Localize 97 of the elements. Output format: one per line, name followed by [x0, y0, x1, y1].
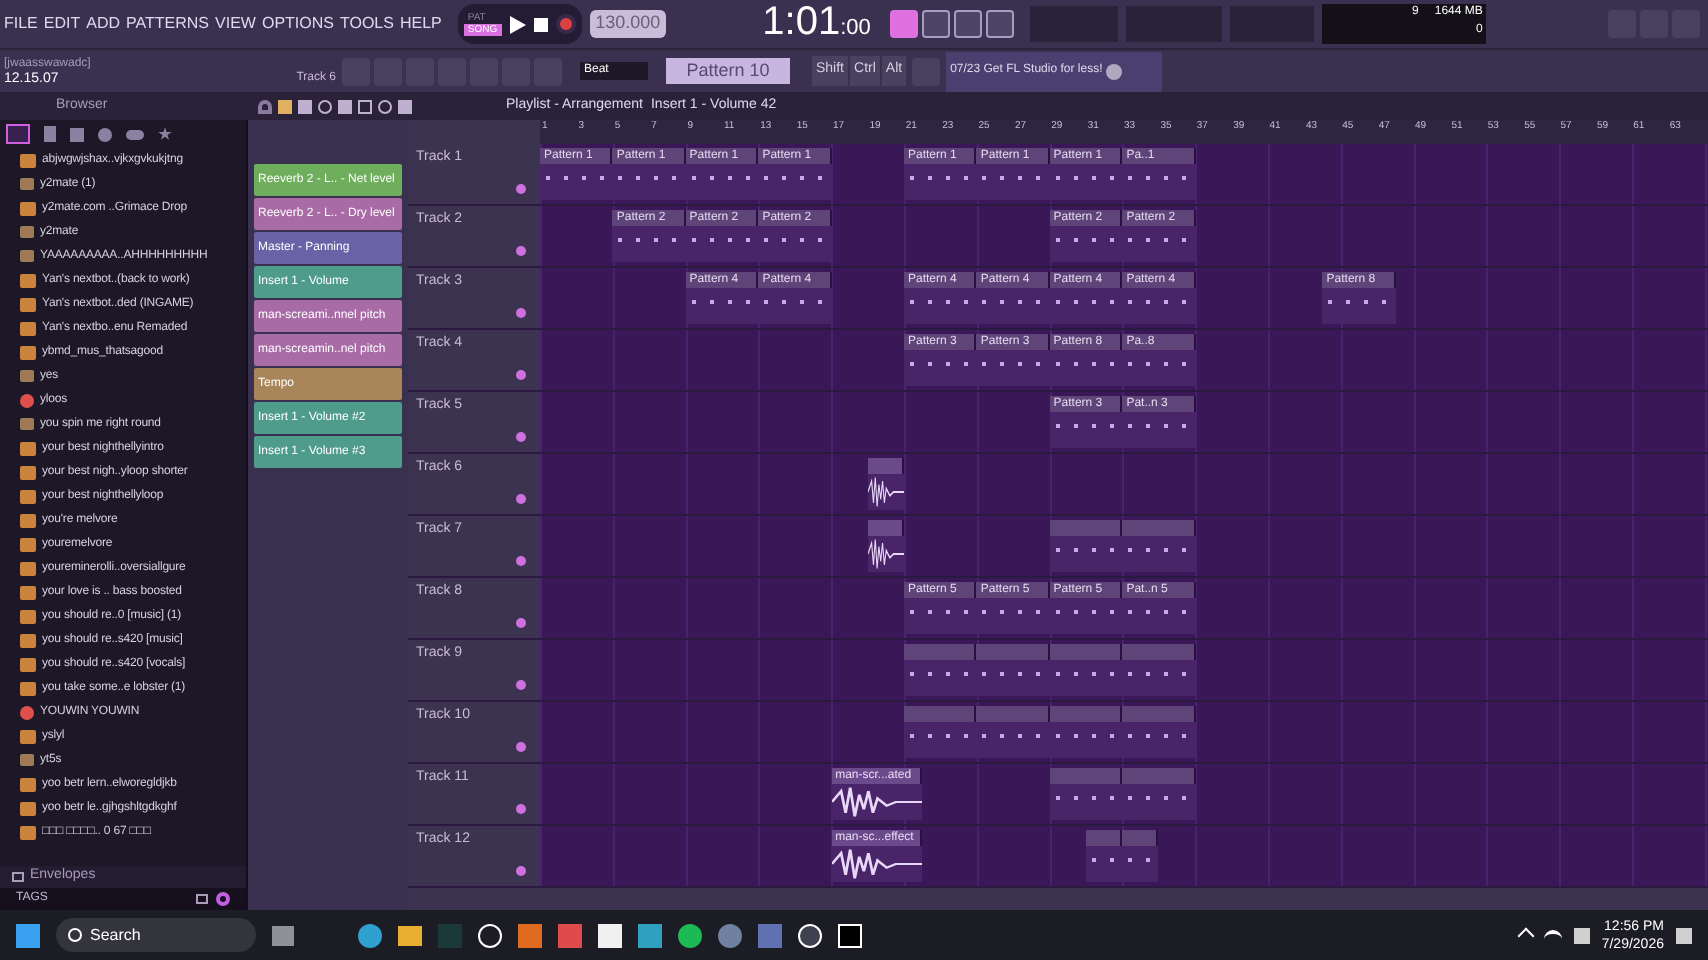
browser-app-icon[interactable]	[358, 923, 382, 947]
menu-item[interactable]: PATTERNS	[126, 12, 210, 36]
play-icon[interactable]	[509, 15, 526, 33]
menu-item[interactable]: VIEW	[215, 12, 256, 36]
pitch-display	[1030, 6, 1119, 42]
note-pattern	[904, 722, 977, 758]
globe-icon	[1106, 63, 1123, 79]
project-icon	[20, 705, 34, 719]
note-pattern	[1122, 722, 1196, 758]
pattern-clip-header[interactable]	[1049, 644, 1123, 660]
note-pattern	[1122, 536, 1196, 572]
audio-file-icon	[20, 201, 36, 215]
record-icon[interactable]	[555, 14, 576, 34]
note-pattern	[1122, 350, 1196, 386]
pattern-clip-header[interactable]	[1122, 644, 1196, 660]
wifi-icon[interactable]	[1543, 929, 1562, 941]
pattern-clip-header[interactable]	[904, 644, 977, 660]
note-pattern	[1049, 226, 1123, 262]
pattern-clip-header[interactable]	[1049, 768, 1123, 784]
note-pattern	[1122, 598, 1196, 634]
note-pattern	[1122, 784, 1196, 820]
all-files-tab[interactable]	[6, 124, 30, 144]
cloud-icon[interactable]	[126, 129, 144, 139]
note-pattern	[1049, 536, 1123, 572]
mute-tool-icon[interactable]	[318, 99, 332, 113]
globe-icon[interactable]	[98, 127, 112, 141]
note-pattern	[1122, 846, 1159, 882]
start-icon[interactable]	[16, 923, 40, 947]
note-pattern	[904, 350, 977, 386]
file-icon	[20, 178, 34, 190]
pattern-select[interactable]: Pattern 10	[666, 57, 790, 85]
note-pattern	[904, 660, 977, 696]
pattern-clip-header[interactable]	[1122, 706, 1196, 722]
note-pattern	[1122, 226, 1196, 262]
menu-item[interactable]: FILE	[4, 12, 38, 36]
magnet-icon[interactable]	[258, 99, 272, 113]
folder-icon	[12, 872, 24, 882]
pattern-clip-header[interactable]	[1049, 520, 1123, 536]
note-pattern	[540, 164, 613, 200]
menu-item[interactable]: EDIT	[43, 12, 81, 36]
waveform	[867, 536, 904, 572]
menu-item[interactable]: TOOLS	[339, 12, 394, 36]
file-icon	[20, 370, 34, 382]
pattern-clip-header[interactable]	[1049, 706, 1123, 722]
select-icon[interactable]	[358, 99, 372, 113]
clock-app-icon[interactable]	[478, 923, 502, 947]
note-pattern	[1086, 846, 1123, 882]
waveform	[831, 784, 923, 820]
note-pattern	[758, 288, 832, 324]
pattern-clip-header[interactable]	[904, 706, 977, 722]
scope-display	[1230, 6, 1315, 42]
note-pattern	[1322, 288, 1396, 324]
pattern-clip-header[interactable]	[976, 644, 1050, 660]
song-position: 1:01	[762, 2, 841, 43]
note-pattern	[1122, 288, 1196, 324]
zoom-icon[interactable]	[378, 99, 392, 113]
file-icon	[20, 418, 34, 430]
search-icon[interactable]	[216, 892, 230, 906]
search-field[interactable]: Search	[56, 918, 256, 952]
menu-item[interactable]: HELP	[399, 12, 442, 36]
file-icon	[20, 754, 34, 766]
pattern-clip-header[interactable]	[1122, 520, 1196, 536]
note-pattern	[758, 164, 832, 200]
editor-app-icon[interactable]	[838, 923, 862, 947]
note-pattern	[1122, 660, 1196, 696]
menu-item[interactable]: ADD	[86, 12, 121, 36]
audio-file-icon	[20, 729, 36, 743]
pattern-clip-header[interactable]	[1122, 768, 1196, 784]
note-pattern	[612, 226, 686, 262]
pattern-clip-header[interactable]	[1122, 830, 1159, 846]
pattern-clip-header[interactable]	[976, 706, 1050, 722]
search-icon	[68, 928, 82, 942]
note-pattern	[758, 226, 832, 262]
typing-keyboard-icon[interactable]	[890, 10, 919, 38]
note-pattern	[1049, 784, 1123, 820]
note-pattern	[1122, 164, 1196, 200]
note-pattern	[1122, 412, 1196, 448]
menu-item[interactable]: OPTIONS	[261, 12, 334, 36]
note-pattern	[904, 164, 977, 200]
folder-icon[interactable]	[196, 894, 208, 904]
waveform	[867, 474, 904, 510]
audio-file-icon	[20, 153, 36, 167]
note-pattern	[685, 288, 759, 324]
audio-clip-header[interactable]	[867, 520, 904, 536]
song-position-ticks: :00	[840, 14, 871, 45]
note-pattern	[904, 288, 977, 324]
note-pattern	[1049, 412, 1123, 448]
project-icon	[20, 393, 34, 407]
waveform	[831, 846, 923, 882]
folder-app-icon[interactable]	[398, 925, 422, 945]
note-pattern	[904, 598, 977, 634]
play-app-icon[interactable]	[798, 923, 822, 947]
pattern-clip-header[interactable]	[1086, 830, 1123, 846]
audio-clip-header[interactable]	[867, 458, 904, 474]
music-app-icon[interactable]	[678, 923, 702, 947]
master-volume-graph	[1126, 6, 1223, 42]
stop-icon[interactable]	[533, 17, 548, 31]
